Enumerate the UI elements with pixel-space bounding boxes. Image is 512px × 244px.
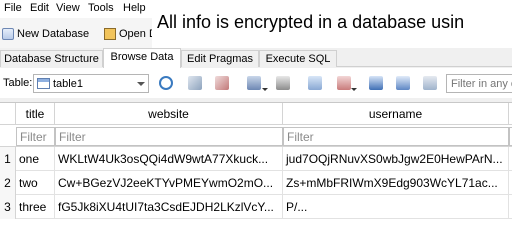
insert-record-icon[interactable] [308, 76, 322, 90]
row-number[interactable]: 2 [0, 171, 16, 195]
caption-banner: All info is encrypted in a database usin [152, 8, 512, 48]
tab-edit-pragmas[interactable]: Edit Pragmas [181, 50, 259, 67]
table-row[interactable]: 1 one WKLtW4Uk3osQQi4dW9wtA77Xkuck... ju… [0, 147, 512, 171]
data-grid: title website username Filter Filter Fil… [0, 102, 512, 244]
cell-username[interactable]: Zs+mMbFRIWmX9Edg903WcYL71ac... [283, 171, 509, 195]
tab-browse-data[interactable]: Browse Data [103, 48, 181, 68]
cell-website[interactable]: fG5Jk8iXU4tUI7ta3CsdEJDH2LKzlVcY... [55, 195, 283, 219]
tab-database-structure[interactable]: Database Structure [0, 50, 103, 67]
row-number[interactable]: 1 [0, 147, 16, 171]
filter-any-column-input[interactable] [446, 74, 512, 93]
cell-username[interactable]: jud7OQjRNuvXS0wbJgw2E0HewPArN... [283, 147, 509, 171]
filter-columns-icon[interactable] [423, 76, 437, 90]
print-icon[interactable] [276, 76, 290, 90]
column-header-row: title website username [0, 103, 512, 125]
table-select[interactable]: table1 [33, 74, 149, 93]
cell-username[interactable]: P/... [283, 195, 509, 219]
table-select-value: table1 [53, 77, 83, 90]
table-icon [37, 78, 50, 89]
new-database-icon [2, 28, 14, 40]
table-row[interactable]: 2 two Cw+BGezVJ2eeKTYvPMEYwmO2mO... Zs+m… [0, 171, 512, 195]
filter-website-input[interactable]: Filter [55, 127, 283, 146]
find-icon[interactable] [369, 76, 383, 90]
delete-record-icon[interactable] [337, 76, 351, 90]
find-replace-icon[interactable] [396, 76, 410, 90]
menu-view[interactable]: View [56, 2, 80, 14]
insert-dropdown-icon[interactable] [351, 88, 357, 91]
column-header-title[interactable]: title [16, 103, 55, 125]
save-table-icon[interactable] [247, 76, 261, 90]
filter-title-input[interactable]: Filter [16, 127, 55, 146]
table-row[interactable]: 3 three fG5Jk8iXU4tUI7ta3CsdEJDH2LKzlVcY… [0, 195, 512, 219]
chevron-down-icon [137, 82, 145, 86]
menu-help[interactable]: Help [123, 2, 146, 14]
row-number[interactable]: 3 [0, 195, 16, 219]
filter-username-input[interactable]: Filter [283, 127, 509, 146]
cell-title[interactable]: three [16, 195, 55, 219]
clear-sort-icon[interactable] [215, 76, 229, 90]
cell-title[interactable]: two [16, 171, 55, 195]
cell-website[interactable]: WKLtW4Uk3osQQi4dW9wtA77Xkuck... [55, 147, 283, 171]
new-database-label: New Database [17, 28, 90, 40]
filter-row: Filter Filter Filter [0, 125, 512, 147]
menu-tools[interactable]: Tools [88, 2, 114, 14]
cell-title[interactable]: one [16, 147, 55, 171]
column-header-username[interactable]: username [283, 103, 509, 125]
new-database-button[interactable]: New Database [2, 25, 89, 43]
tab-execute-sql[interactable]: Execute SQL [259, 50, 337, 67]
save-dropdown-icon[interactable] [262, 88, 268, 91]
refresh-icon[interactable] [159, 76, 173, 90]
cell-website[interactable]: Cw+BGezVJ2eeKTYvPMEYwmO2mO... [55, 171, 283, 195]
row-header-corner [0, 103, 16, 125]
clear-filters-icon[interactable] [188, 76, 202, 90]
column-header-website[interactable]: website [55, 103, 283, 125]
menu-edit[interactable]: Edit [30, 2, 49, 14]
menu-file[interactable]: File [4, 2, 22, 14]
tab-strip: Database Structure Browse Data Edit Prag… [0, 48, 512, 68]
table-label: Table: [3, 77, 33, 89]
browse-toolbar: Table: table1 [0, 68, 512, 98]
open-folder-icon [104, 28, 116, 40]
